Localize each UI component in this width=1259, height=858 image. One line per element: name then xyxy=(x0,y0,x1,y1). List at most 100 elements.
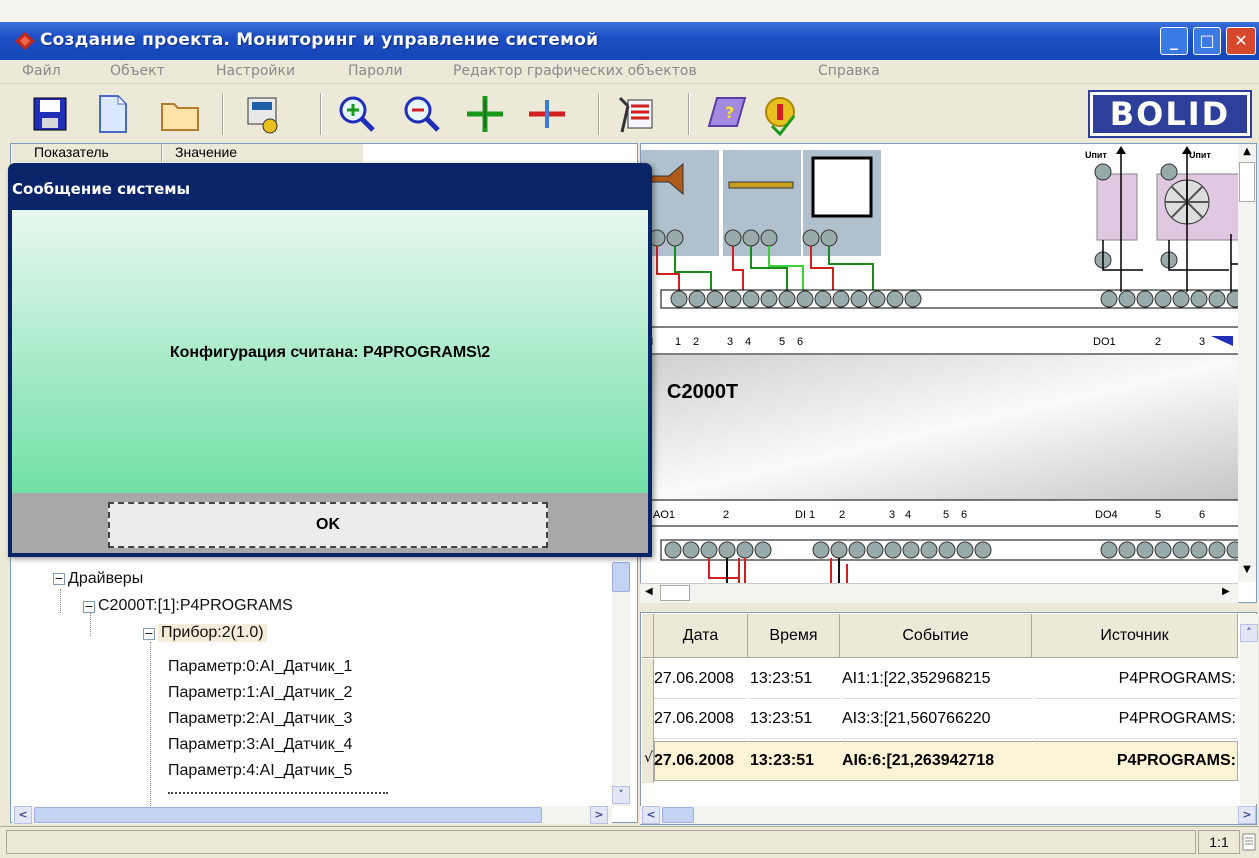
maximize-button[interactable]: □ xyxy=(1193,27,1221,55)
svg-text:4: 4 xyxy=(745,336,751,348)
tree-item-device[interactable]: C2000T:[1]:P4PROGRAMS xyxy=(98,597,293,615)
add-point-icon[interactable] xyxy=(463,92,507,136)
scroll-left-button[interactable]: < xyxy=(642,806,660,824)
cell-source[interactable]: P4PROGRAMS: xyxy=(1034,659,1238,699)
cell-time[interactable]: 13:23:51 xyxy=(750,659,840,699)
tree-item-param[interactable]: Параметр:4:AI_Датчик_5 xyxy=(168,762,352,780)
menu-settings[interactable]: Настройки xyxy=(216,63,295,79)
info-icon[interactable] xyxy=(760,92,804,136)
minimize-button[interactable]: _ xyxy=(1160,27,1188,55)
resize-grip-icon[interactable] xyxy=(1242,833,1258,853)
zoom-out-icon[interactable] xyxy=(400,92,444,136)
tree-item-param[interactable]: Параметр:2:AI_Датчик_3 xyxy=(168,710,352,728)
menu-file[interactable]: Файл xyxy=(22,63,61,79)
tools-icon[interactable] xyxy=(614,92,658,136)
column-header-indicator[interactable]: Показатель xyxy=(12,144,162,162)
scroll-left-button[interactable]: < xyxy=(14,806,32,824)
diagram-vertical-scrollbar[interactable] xyxy=(1238,144,1256,582)
triangle-down-icon: ▼ xyxy=(1243,564,1251,575)
column-header-value[interactable]: Значение xyxy=(163,144,363,162)
svg-text:6: 6 xyxy=(797,336,803,348)
menu-passwords[interactable]: Пароли xyxy=(348,63,403,79)
window-title: Создание проекта. Мониторинг и управлени… xyxy=(40,30,599,50)
diagram-pane: AI 1 2 3 4 5 6 DO1 2 3 Uпит Uпит C2000T … xyxy=(640,143,1257,603)
tree-connector xyxy=(60,589,61,613)
svg-text:2: 2 xyxy=(723,509,729,521)
cell-event[interactable]: AI6:6:[21,263942718 xyxy=(842,741,1032,781)
tree-item-instrument[interactable]: Прибор:2(1.0) xyxy=(158,624,267,642)
tree-item-param[interactable]: Параметр:0:AI_Датчик_1 xyxy=(168,658,352,676)
column-header-time[interactable]: Время xyxy=(748,614,840,658)
scroll-up-button[interactable]: ▲ xyxy=(1239,146,1255,162)
label-upit: Uпит xyxy=(1085,150,1107,160)
column-header-event[interactable]: Событие xyxy=(840,614,1032,658)
config-icon[interactable] xyxy=(240,92,284,136)
svg-text:5: 5 xyxy=(779,336,785,348)
grid-horizontal-scrollbar[interactable] xyxy=(640,806,1238,824)
cell-date[interactable]: 27.06.2008 xyxy=(654,699,748,739)
tree-collapse-toggle[interactable]: − xyxy=(83,601,95,613)
svg-text:5: 5 xyxy=(943,509,949,521)
relay-box xyxy=(1096,173,1138,241)
scrollbar-thumb[interactable] xyxy=(662,807,694,823)
open-folder-icon[interactable] xyxy=(158,92,202,136)
dialog-message: Конфигурация считана: P4PROGRAMS\2 xyxy=(169,344,491,361)
cell-date[interactable]: 27.06.2008 xyxy=(654,659,748,699)
scrollbar-thumb[interactable] xyxy=(34,807,542,823)
close-icon: ✕ xyxy=(1234,31,1248,50)
vertical-scrollbar[interactable] xyxy=(612,562,630,806)
scrollbar-thumb[interactable] xyxy=(1239,162,1255,202)
svg-text:2: 2 xyxy=(839,509,845,521)
sensor-panel-icon xyxy=(811,156,873,218)
tree-item-param[interactable]: Параметр:1:AI_Датчик_2 xyxy=(168,684,352,702)
corner-marker xyxy=(1211,336,1233,346)
menu-graphic-editor[interactable]: Редактор графических объектов xyxy=(453,63,697,79)
minimize-icon: _ xyxy=(1170,31,1178,50)
scrollbar-thumb[interactable] xyxy=(612,562,630,592)
scroll-left-button[interactable]: ◀ xyxy=(645,586,659,602)
cell-event[interactable]: AI1:1:[22,352968215 xyxy=(842,659,1032,699)
device-body xyxy=(641,355,1256,500)
column-header-date[interactable]: Дата xyxy=(654,614,748,658)
cell-time[interactable]: 13:23:51 xyxy=(750,741,840,781)
remove-point-icon[interactable] xyxy=(525,92,569,136)
cell-date[interactable]: 27.06.2008 xyxy=(654,741,748,781)
svg-text:4: 4 xyxy=(905,509,911,521)
scroll-down-button[interactable]: ˅ xyxy=(612,786,630,804)
scroll-right-button[interactable]: > xyxy=(590,806,608,824)
tree-collapse-toggle[interactable]: − xyxy=(53,573,65,585)
grid-vertical-scrollbar[interactable] xyxy=(1240,614,1258,804)
column-header-source[interactable]: Источник xyxy=(1032,614,1238,658)
triangle-up-icon: ▲ xyxy=(1243,146,1251,157)
tree-collapse-toggle[interactable]: − xyxy=(143,628,155,640)
tree-item-param[interactable]: Параметр:3:AI_Датчик_4 xyxy=(168,736,352,754)
scroll-right-button[interactable]: > xyxy=(1238,806,1256,824)
app-icon xyxy=(15,32,35,50)
triangle-right-icon: ▶ xyxy=(1222,586,1230,597)
scroll-up-button[interactable]: ˄ xyxy=(1240,624,1258,642)
tree-item-drivers[interactable]: Драйверы xyxy=(68,570,143,588)
ok-button[interactable]: OK xyxy=(108,502,548,548)
scroll-down-button[interactable]: ▼ xyxy=(1239,564,1255,580)
title-bar[interactable]: Создание проекта. Мониторинг и управлени… xyxy=(0,22,1259,60)
book-icon[interactable]: ? xyxy=(705,92,749,136)
cell-source[interactable]: P4PROGRAMS: xyxy=(1034,741,1238,781)
menu-help[interactable]: Справка xyxy=(818,63,880,79)
scroll-right-button[interactable]: ▶ xyxy=(1222,586,1236,602)
diagram-horizontal-scrollbar[interactable] xyxy=(640,583,1238,603)
cell-source[interactable]: P4PROGRAMS: xyxy=(1034,699,1238,739)
new-file-icon[interactable] xyxy=(90,92,134,136)
zoom-in-icon[interactable] xyxy=(335,92,379,136)
chevron-right-icon: > xyxy=(594,808,604,821)
cell-event[interactable]: AI3:3:[21,560766220 xyxy=(842,699,1032,739)
menu-object[interactable]: Объект xyxy=(110,63,165,79)
bolid-logo: BOLID xyxy=(1088,90,1252,138)
label-do4: DO4 xyxy=(1095,509,1118,521)
scrollbar-thumb[interactable] xyxy=(660,585,690,601)
close-button[interactable]: ✕ xyxy=(1226,27,1256,55)
chevron-down-icon: ˅ xyxy=(618,788,624,801)
svg-text:6: 6 xyxy=(1199,509,1205,521)
cell-time[interactable]: 13:23:51 xyxy=(750,699,840,739)
save-icon[interactable] xyxy=(28,92,72,136)
label-upit: Uпит xyxy=(1189,150,1211,160)
